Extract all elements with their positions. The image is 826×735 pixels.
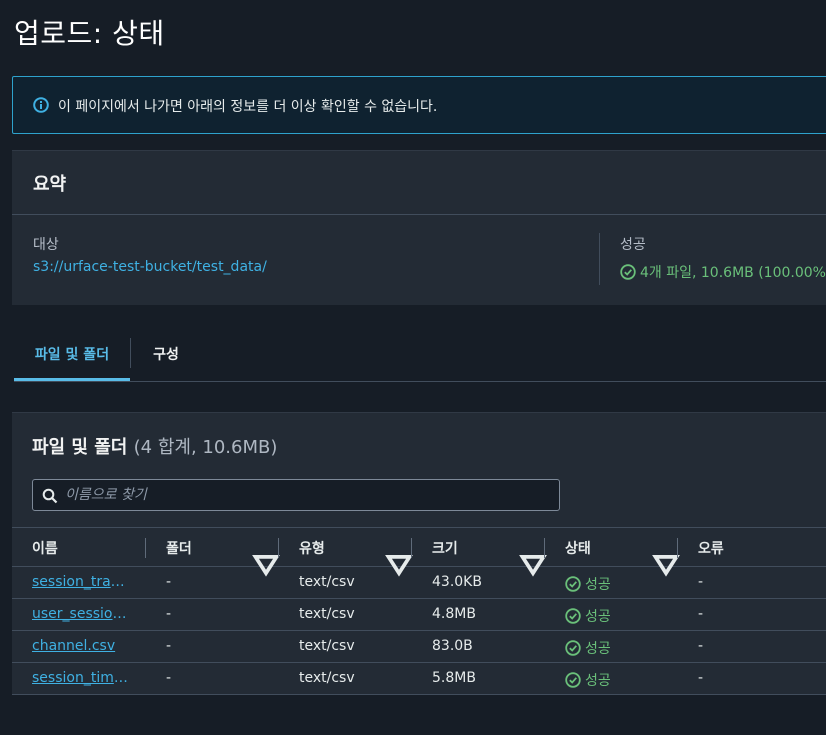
- divider: [12, 214, 826, 215]
- status-cell: 성공: [565, 606, 611, 626]
- success-value: 4개 파일, 10.6MB (100.00%): [640, 265, 826, 281]
- check-circle-icon: [620, 264, 636, 280]
- size-cell: 4.8MB: [432, 606, 476, 622]
- status-text: 성공: [585, 641, 611, 657]
- error-cell: -: [698, 574, 704, 590]
- table-row: session_time.csv - text/csv 5.8MB 성공 -: [12, 663, 826, 695]
- error-cell: -: [698, 670, 704, 686]
- status-cell: 성공: [565, 574, 611, 594]
- size-cell: 83.0B: [432, 638, 473, 654]
- search-box: [32, 479, 560, 511]
- search-icon: [42, 488, 58, 504]
- tab-bar: 파일 및 폴더 구성: [14, 330, 826, 382]
- table-row: channel.csv - text/csv 83.0B 성공 -: [12, 631, 826, 663]
- column-header-folder[interactable]: 폴더: [166, 528, 192, 566]
- column-divider: [544, 538, 545, 558]
- folder-cell: -: [166, 574, 172, 590]
- type-cell: text/csv: [299, 574, 355, 590]
- target-label: 대상: [33, 237, 59, 253]
- status-cell: 성공: [565, 638, 611, 658]
- check-circle-icon: [565, 608, 581, 624]
- check-circle-icon: [565, 640, 581, 656]
- check-circle-icon: [565, 576, 581, 592]
- status-cell: 성공: [565, 670, 611, 690]
- summary-heading: 요약: [33, 174, 67, 195]
- success-label: 성공: [620, 237, 646, 253]
- column-header-name[interactable]: 이름: [32, 528, 58, 566]
- file-name-link[interactable]: user_sessions.csv: [32, 606, 128, 622]
- column-divider: [677, 538, 678, 558]
- summary-panel: 요약 대상 s3://urface-test-bucket/test_data/…: [12, 150, 826, 305]
- table-row: user_sessions.csv - text/csv 4.8MB 성공 -: [12, 599, 826, 631]
- tab-configuration[interactable]: 구성: [131, 330, 201, 381]
- file-name-link[interactable]: session_transactions.csv: [32, 574, 128, 590]
- error-cell: -: [698, 606, 704, 622]
- files-heading-title: 파일 및 폴더: [32, 437, 128, 458]
- table-header: 이름 폴더 유형 크기 상태 오류: [12, 527, 826, 577]
- status-text: 성공: [585, 577, 611, 593]
- info-flashbar: 이 페이지에서 나가면 아래의 정보를 더 이상 확인할 수 없습니다.: [12, 76, 826, 134]
- column-divider: [599, 233, 600, 285]
- folder-cell: -: [166, 670, 172, 686]
- flash-message: 이 페이지에서 나가면 아래의 정보를 더 이상 확인할 수 없습니다.: [58, 99, 438, 115]
- tab-files-and-folders[interactable]: 파일 및 폴더: [14, 330, 130, 381]
- files-count: (4 합계, 10.6MB): [133, 437, 278, 458]
- column-divider: [411, 538, 412, 558]
- column-header-size[interactable]: 크기: [432, 528, 458, 566]
- folder-cell: -: [166, 638, 172, 654]
- type-cell: text/csv: [299, 638, 355, 654]
- files-heading: 파일 및 폴더 (4 합계, 10.6MB): [32, 433, 277, 459]
- column-divider: [278, 538, 279, 558]
- table-row: session_transactions.csv - text/csv 43.0…: [12, 567, 826, 599]
- page-title: 업로드: 상태: [14, 17, 165, 50]
- type-cell: text/csv: [299, 670, 355, 686]
- status-text: 성공: [585, 673, 611, 689]
- file-name-link[interactable]: channel.csv: [32, 638, 128, 654]
- file-name-link[interactable]: session_time.csv: [32, 670, 128, 686]
- type-cell: text/csv: [299, 606, 355, 622]
- status-text: 성공: [585, 609, 611, 625]
- error-cell: -: [698, 638, 704, 654]
- search-input[interactable]: [65, 480, 545, 510]
- target-link[interactable]: s3://urface-test-bucket/test_data/: [33, 259, 267, 275]
- column-divider: [145, 538, 146, 558]
- files-panel: 파일 및 폴더 (4 합계, 10.6MB) 이름 폴더 유형 크기 상태 오류…: [12, 412, 826, 695]
- column-header-status[interactable]: 상태: [565, 528, 591, 566]
- success-summary: 4개 파일, 10.6MB (100.00%): [620, 262, 826, 282]
- check-circle-icon: [565, 672, 581, 688]
- column-header-error[interactable]: 오류: [698, 528, 724, 566]
- size-cell: 43.0KB: [432, 574, 482, 590]
- size-cell: 5.8MB: [432, 670, 476, 686]
- folder-cell: -: [166, 606, 172, 622]
- column-header-type[interactable]: 유형: [299, 528, 325, 566]
- info-icon: [33, 97, 49, 113]
